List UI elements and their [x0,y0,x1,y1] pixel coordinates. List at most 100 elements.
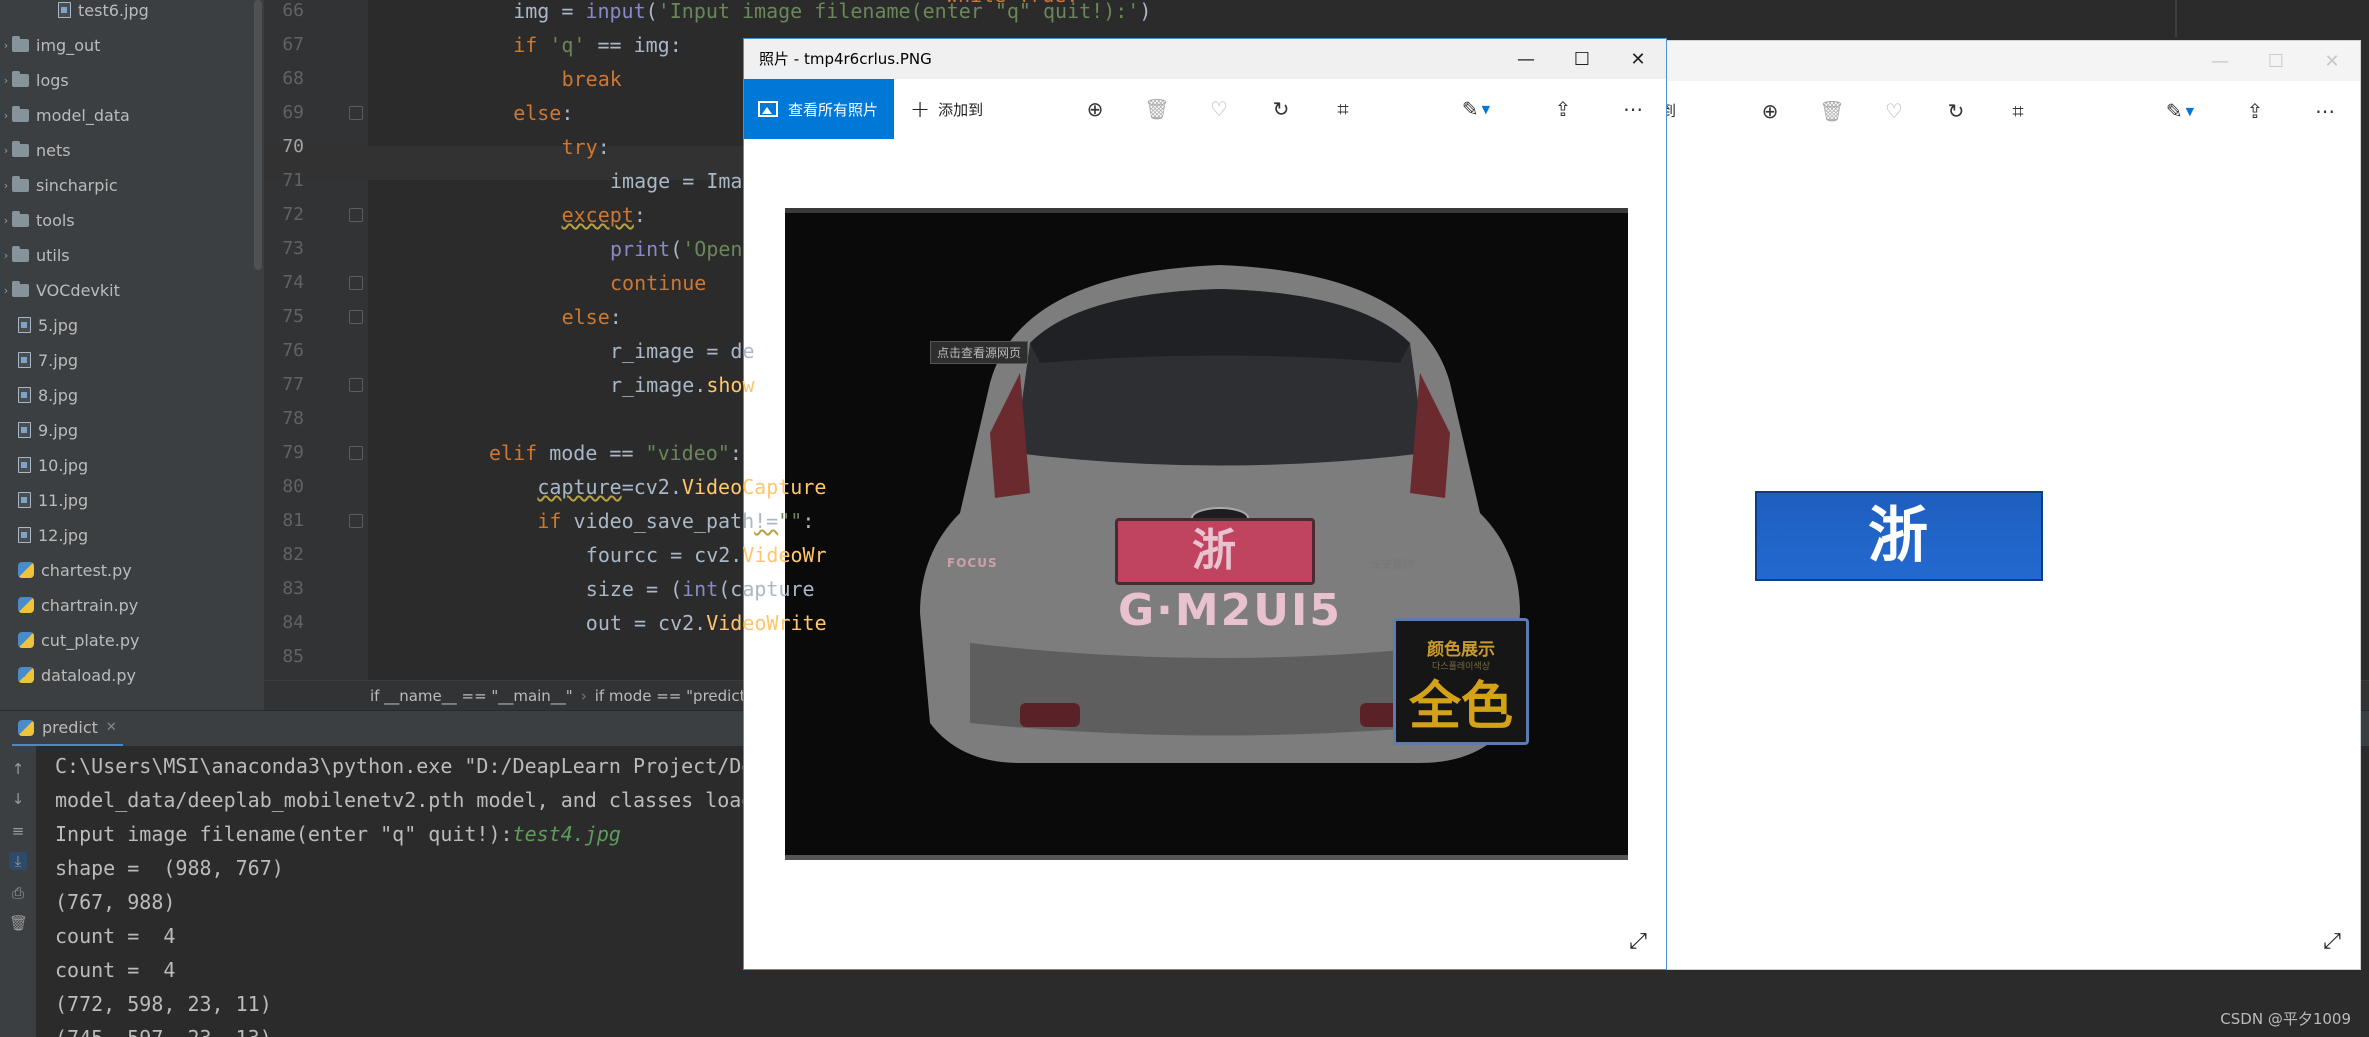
minimize-icon[interactable]: — [2192,41,2248,81]
scroll-down-icon[interactable]: ↓ [9,790,27,808]
fold-marker-icon[interactable] [349,276,363,290]
clear-console-icon[interactable]: 🗑 [9,914,28,932]
tree-file-item[interactable]: cut_plate.py [0,623,260,657]
photos-window-plate[interactable]: — ☐ ✕ ⊕ 🗑 ♡ ↻ ⌗ ✎ ▼ ⇪ ⋯ 到 浙G·M2UI5 ⤢ [1660,40,2361,970]
tree-file-item[interactable]: 10.jpg [0,448,260,482]
chevron-right-icon[interactable]: › [0,249,12,262]
tree-file-item[interactable]: 8.jpg [0,378,260,412]
crop-icon[interactable]: ⌗ [1327,93,1359,125]
close-icon[interactable]: ✕ [1610,39,1666,79]
scroll-to-end-icon[interactable]: ⤓ [9,852,27,870]
zoom-in-icon[interactable]: ⊕ [1754,95,1786,127]
chevron-right-icon[interactable]: › [0,179,12,192]
zoom-in-icon[interactable]: ⊕ [1079,93,1111,125]
tree-item-label: nets [36,140,71,160]
tree-folder-item[interactable]: › sincharpic [0,168,260,202]
tree-item-label: chartrain.py [41,595,139,615]
tree-file-item[interactable]: test6.jpg [0,0,260,27]
print-icon[interactable]: ⎙ [9,884,27,902]
chevron-right-icon[interactable]: › [0,144,12,157]
code-line: else: [513,96,573,130]
breadcrumb-item[interactable]: if mode == "predict" [595,687,753,705]
rotate-icon[interactable]: ↻ [1940,95,1972,127]
photos-window-car[interactable]: 照片 - tmp4r6crlus.PNG — ☐ ✕ 查看所有照片 + 添加到 … [743,38,1667,970]
tree-file-item[interactable]: 5.jpg [0,308,260,342]
tree-folder-item[interactable]: › tools [0,203,260,237]
tree-item-label: 8.jpg [38,385,79,405]
tree-folder-item[interactable]: › img_out [0,28,260,62]
code-line: except: [562,198,646,232]
window-titlebar[interactable]: 照片 - tmp4r6crlus.PNG — ☐ ✕ [744,39,1666,79]
crop-icon[interactable]: ⌗ [2002,95,2034,127]
tree-item-label: model_data [36,105,130,125]
fold-marker-icon[interactable] [349,446,363,460]
expand-icon[interactable]: ⤢ [2318,927,2346,955]
close-icon[interactable]: ✕ [2304,41,2360,81]
tree-folder-item[interactable]: › nets [0,133,260,167]
line-number: 68 [282,68,304,89]
highlighted-license-plate: 浙G·M2UI5 [1115,518,1340,636]
favorite-icon[interactable]: ♡ [1203,93,1235,125]
tree-file-item[interactable]: 11.jpg [0,483,260,517]
rotate-icon[interactable]: ↻ [1265,93,1297,125]
code-token: input [585,0,646,23]
fold-marker-icon[interactable] [349,208,363,222]
tree-file-item[interactable]: 7.jpg [0,343,260,377]
folder-icon [12,105,29,122]
tree-item-label: tools [36,210,75,230]
image-file-icon [18,492,31,508]
line-number: 80 [282,476,304,497]
code-token: "" [778,509,803,533]
share-icon[interactable]: ⇪ [1547,93,1579,125]
line-number: 69 [282,102,304,123]
code-token: image = Ima [610,169,743,193]
scroll-up-icon[interactable]: ↑ [9,760,27,778]
delete-icon[interactable]: 🗑 [1816,95,1848,127]
tree-file-item[interactable]: chartrain.py [0,588,260,622]
more-icon[interactable]: ⋯ [2309,95,2341,127]
favorite-icon[interactable]: ♡ [1878,95,1910,127]
run-tab-predict[interactable]: predict ✕ [12,711,123,747]
tree-folder-item[interactable]: › model_data [0,98,260,132]
tree-item-label: chartest.py [41,560,132,580]
code-token: VideoCapture [681,475,827,499]
image-file-icon [58,2,71,18]
window-titlebar[interactable]: — ☐ ✕ [1661,41,2360,81]
more-icon[interactable]: ⋯ [1617,93,1649,125]
soft-wrap-icon[interactable]: ≡ [9,822,27,840]
view-all-photos-label: 查看所有照片 [788,100,879,119]
tree-file-item[interactable]: chartest.py [0,553,260,587]
expand-icon[interactable]: ⤢ [1624,927,1652,955]
chevron-right-icon[interactable]: › [0,74,12,87]
tree-file-item[interactable]: 9.jpg [0,413,260,447]
chevron-right-icon[interactable]: › [0,214,12,227]
share-icon[interactable]: ⇪ [2239,95,2271,127]
tree-folder-item[interactable]: › utils [0,238,260,272]
line-number: 83 [282,578,304,599]
tree-file-item[interactable]: 12.jpg [0,518,260,552]
tree-folder-item[interactable]: › VOCdevkit [0,273,260,307]
chevron-right-icon[interactable]: › [0,109,12,122]
close-icon[interactable]: ✕ [106,720,117,735]
fold-marker-icon[interactable] [349,378,363,392]
breadcrumb-item[interactable]: if __name__ == "__main__" [370,687,573,705]
add-to-button[interactable]: + 添加到 [910,79,983,139]
folder-icon [12,210,29,227]
tree-file-item[interactable]: dataload.py [0,658,260,692]
edit-icon[interactable]: ✎ ▼ [2155,95,2205,127]
chevron-right-icon[interactable]: › [0,39,12,52]
view-all-photos-button[interactable]: 查看所有照片 [744,79,894,139]
python-file-icon [18,597,34,613]
image-file-icon [18,352,31,368]
fold-marker-icon[interactable] [349,514,363,528]
chevron-right-icon[interactable]: › [0,284,12,297]
maximize-icon[interactable]: ☐ [1554,39,1610,79]
code-token: "video" [645,441,730,465]
maximize-icon[interactable]: ☐ [2248,41,2304,81]
fold-marker-icon[interactable] [349,106,363,120]
edit-icon[interactable]: ✎ ▼ [1451,93,1501,125]
minimize-icon[interactable]: — [1498,39,1554,79]
fold-marker-icon[interactable] [349,310,363,324]
delete-icon[interactable]: 🗑 [1141,93,1173,125]
tree-folder-item[interactable]: › logs [0,63,260,97]
